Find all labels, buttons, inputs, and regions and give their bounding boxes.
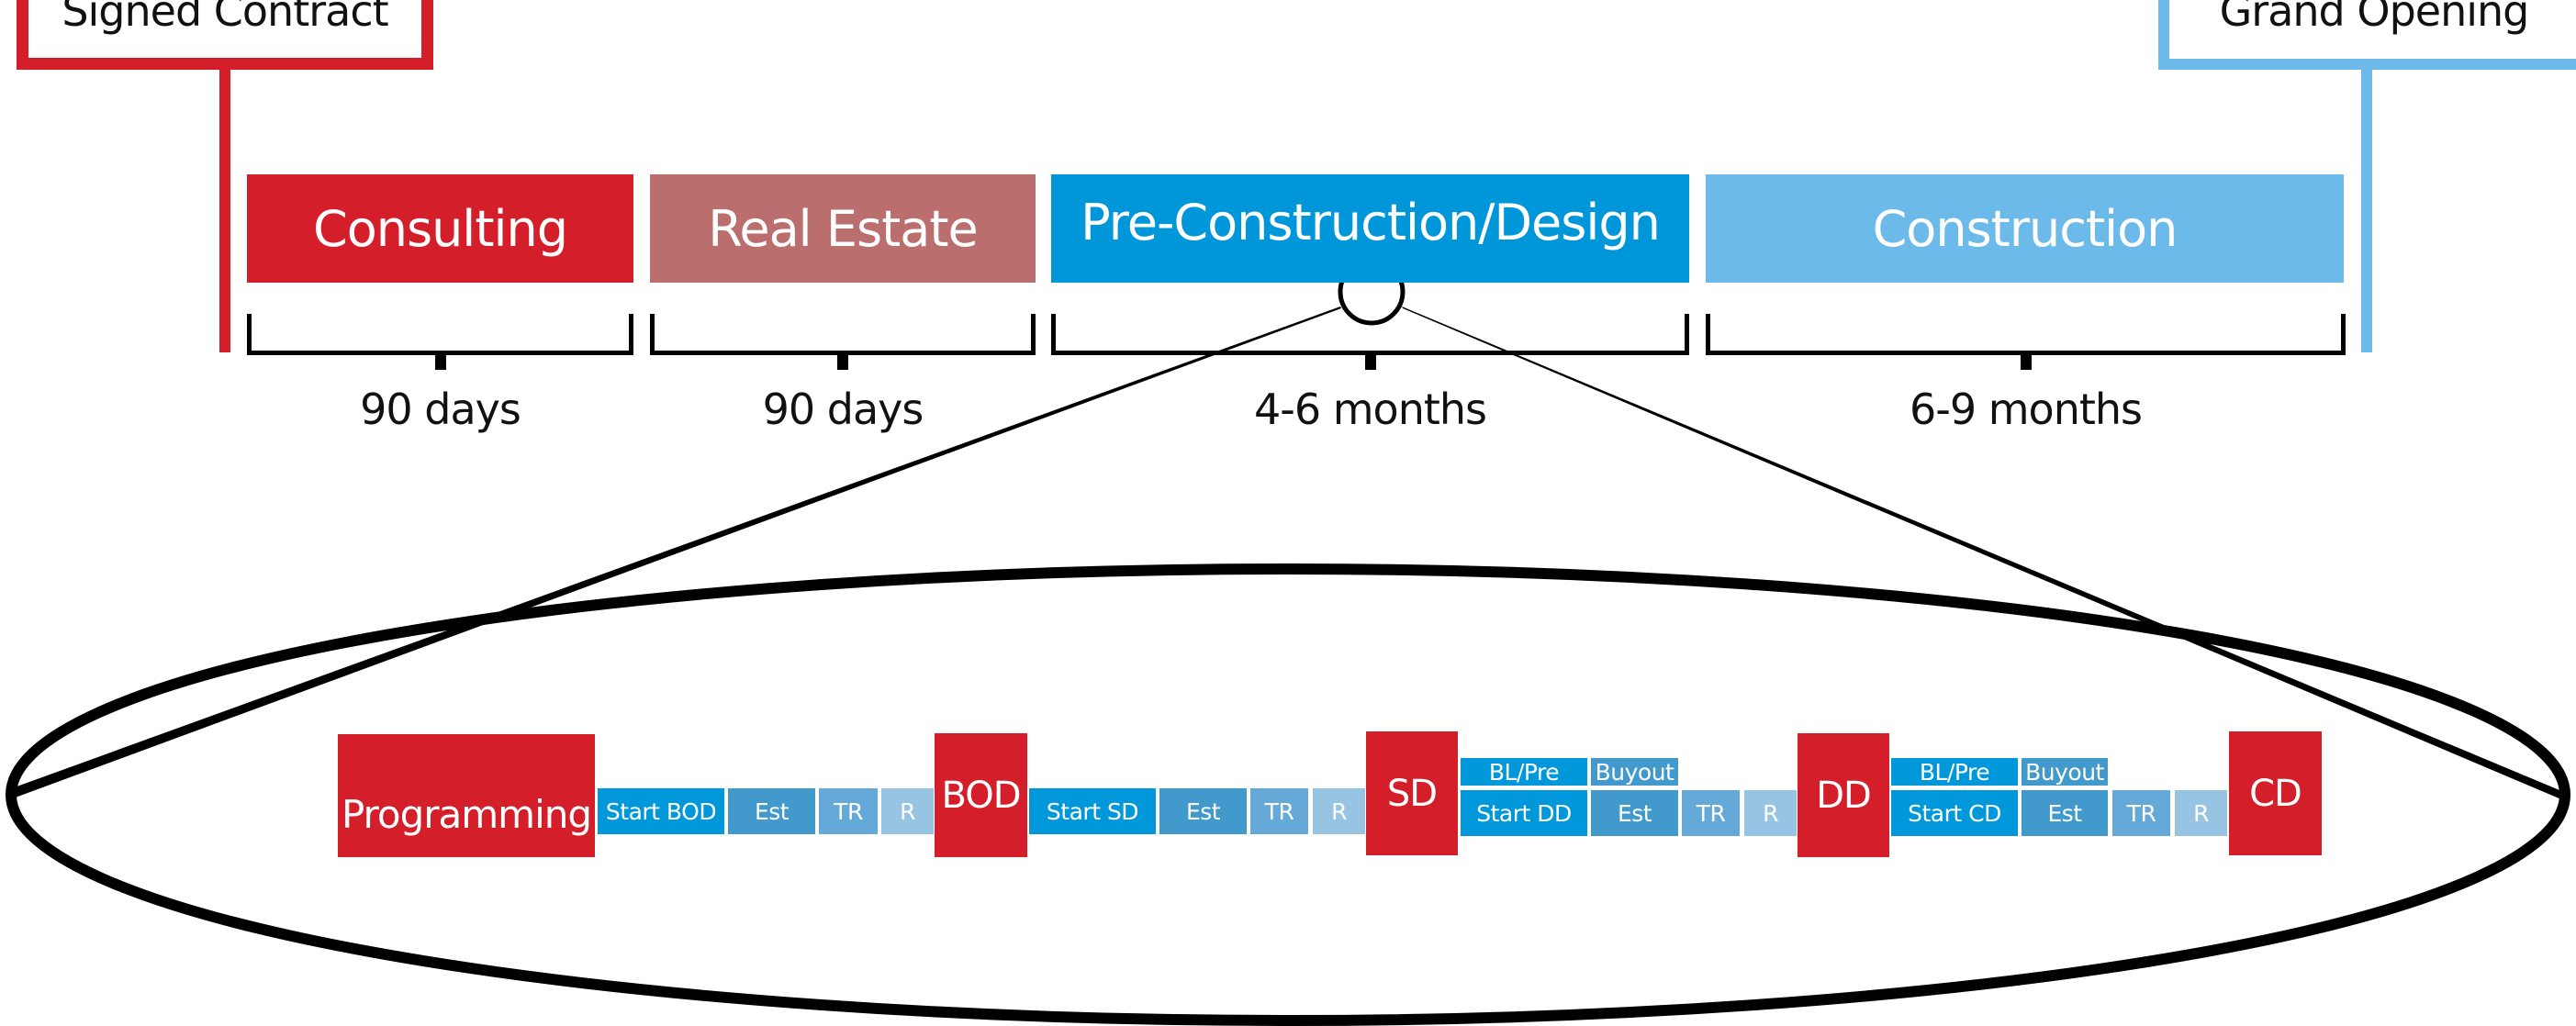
bracket-tick: [434, 355, 446, 370]
milestone-grand-opening-label: Grand Opening: [2219, 0, 2530, 36]
task-bl-pre: BL/Pre: [1461, 758, 1587, 786]
gate-sd: SD: [1366, 731, 1458, 855]
phase-real-estate: Real Estate: [650, 174, 1036, 283]
task-tr: TR: [1682, 790, 1740, 836]
task-estimate: Est: [1159, 788, 1247, 834]
task-start-bod: Start BOD: [598, 788, 724, 834]
task-estimate: Est: [728, 788, 815, 834]
gate-dd: DD: [1798, 733, 1889, 857]
bracket-consulting: [247, 314, 633, 370]
milestone-grand-opening: Grand Opening: [2158, 0, 2576, 70]
bracket-construction: [1706, 314, 2346, 370]
milestone-grand-opening-marker: [2361, 70, 2372, 352]
task-start-dd: Start DD: [1461, 790, 1587, 836]
bracket-tick: [1364, 355, 1376, 370]
duration-real-estate: 90 days: [762, 385, 924, 434]
gate-programming: Programming: [338, 734, 595, 857]
bracket-pre-construction: [1051, 314, 1689, 370]
milestone-signed-contract-marker: [219, 70, 230, 352]
zoom-line-right: [1402, 307, 2561, 799]
task-tr: TR: [2112, 790, 2170, 836]
task-r: R: [881, 788, 934, 834]
task-tr: TR: [1250, 788, 1308, 834]
task-estimate: Est: [1591, 790, 1678, 836]
phase-pre-construction-design: Pre-Construction/Design: [1051, 174, 1689, 283]
milestone-signed-contract: Signed Contract: [17, 0, 433, 70]
gate-cd: CD: [2229, 731, 2322, 855]
phase-construction: Construction: [1706, 174, 2344, 283]
duration-consulting: 90 days: [360, 385, 521, 434]
task-estimate: Est: [2022, 790, 2108, 836]
bracket-tick: [837, 355, 848, 370]
milestone-signed-contract-label: Signed Contract: [62, 0, 388, 36]
duration-pre-construction: 4-6 months: [1253, 385, 1487, 434]
task-r: R: [2175, 790, 2227, 836]
task-r: R: [1313, 788, 1365, 834]
task-start-cd: Start CD: [1891, 790, 2018, 836]
phase-consulting: Consulting: [247, 174, 633, 283]
zoom-line-left: [9, 307, 1341, 798]
task-start-sd: Start SD: [1029, 788, 1156, 834]
task-buyout: Buyout: [2022, 758, 2108, 786]
task-r: R: [1744, 790, 1797, 836]
zoom-callout: [6, 258, 2570, 1026]
task-bl-pre: BL/Pre: [1891, 758, 2018, 786]
duration-construction: 6-9 months: [1909, 385, 2143, 434]
task-tr: TR: [819, 788, 878, 834]
gate-bod: BOD: [935, 733, 1027, 857]
bracket-real-estate: [650, 314, 1036, 370]
bracket-tick: [2020, 355, 2032, 370]
task-buyout: Buyout: [1591, 758, 1678, 786]
